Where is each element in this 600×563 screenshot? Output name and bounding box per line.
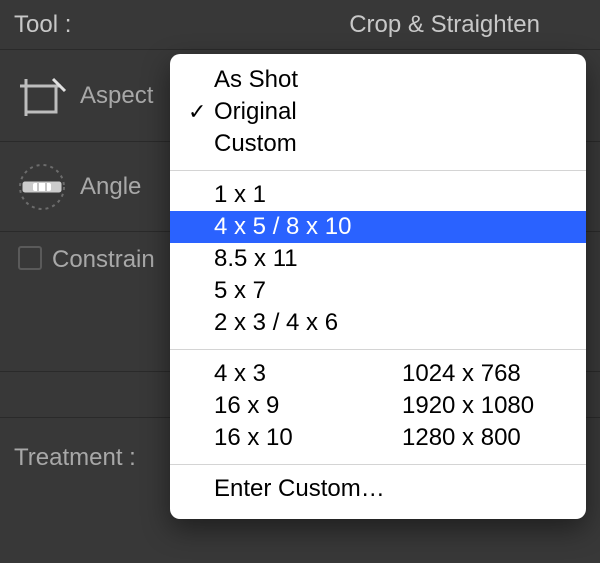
tool-label: Tool :	[14, 11, 71, 39]
menu-item-label: 5 x 7	[214, 275, 266, 307]
level-angle-icon	[14, 159, 70, 215]
menu-item-custom[interactable]: Custom	[170, 128, 586, 160]
dropdown-group-3: 4 x 3 1024 x 768 16 x 9 1920 x 1080 16 x…	[170, 356, 586, 458]
menu-item-resolution: 1920 x 1080	[402, 390, 568, 422]
menu-item-as-shot[interactable]: As Shot	[170, 64, 586, 96]
tool-header: Tool : Crop & Straighten	[0, 0, 600, 50]
constrain-label: Constrain	[52, 246, 155, 274]
menu-item-label: 4 x 3	[214, 358, 402, 390]
menu-item-label: 2 x 3 / 4 x 6	[214, 307, 338, 339]
menu-item-ratio[interactable]: 4 x 5 / 8 x 10	[170, 211, 586, 243]
dropdown-group-2: 1 x 1 4 x 5 / 8 x 10 8.5 x 11 5 x 7 2 x …	[170, 177, 586, 343]
menu-item-label: 8.5 x 11	[214, 243, 298, 275]
menu-item-ratio[interactable]: 5 x 7	[170, 275, 586, 307]
checkmark-icon: ✓	[188, 96, 214, 128]
dropdown-divider	[170, 170, 586, 171]
menu-item-label: Enter Custom…	[214, 473, 385, 505]
menu-item-ratio[interactable]: 2 x 3 / 4 x 6	[170, 307, 586, 339]
menu-item-ratio[interactable]: 8.5 x 11	[170, 243, 586, 275]
dropdown-divider	[170, 349, 586, 350]
menu-item-enter-custom[interactable]: Enter Custom…	[170, 473, 586, 505]
menu-item-label: 16 x 9	[214, 390, 402, 422]
aspect-label: Aspect	[80, 82, 153, 110]
menu-item-label: 4 x 5 / 8 x 10	[214, 211, 351, 243]
menu-item-resolution: 1280 x 800	[402, 422, 568, 454]
tool-value: Crop & Straighten	[349, 11, 540, 39]
menu-item-ratio[interactable]: 1 x 1	[170, 179, 586, 211]
treatment-label: Treatment :	[14, 444, 136, 472]
menu-item-ratio-resolution[interactable]: 4 x 3 1024 x 768	[170, 358, 586, 390]
crop-aspect-icon	[14, 68, 70, 124]
dropdown-group-4: Enter Custom…	[170, 471, 586, 509]
menu-item-ratio-resolution[interactable]: 16 x 10 1280 x 800	[170, 422, 586, 454]
menu-item-resolution: 1024 x 768	[402, 358, 568, 390]
menu-item-label: Custom	[214, 128, 297, 160]
dropdown-group-1: As Shot ✓ Original Custom	[170, 62, 586, 164]
aspect-ratio-dropdown[interactable]: As Shot ✓ Original Custom 1 x 1 4 x 5 / …	[170, 54, 586, 519]
dropdown-divider	[170, 464, 586, 465]
menu-item-label: Original	[214, 96, 297, 128]
menu-item-label: 16 x 10	[214, 422, 402, 454]
angle-label: Angle	[80, 173, 141, 201]
constrain-checkbox[interactable]	[18, 246, 42, 270]
menu-item-original[interactable]: ✓ Original	[170, 96, 586, 128]
menu-item-label: As Shot	[214, 64, 298, 96]
menu-item-label: 1 x 1	[214, 179, 266, 211]
menu-item-ratio-resolution[interactable]: 16 x 9 1920 x 1080	[170, 390, 586, 422]
